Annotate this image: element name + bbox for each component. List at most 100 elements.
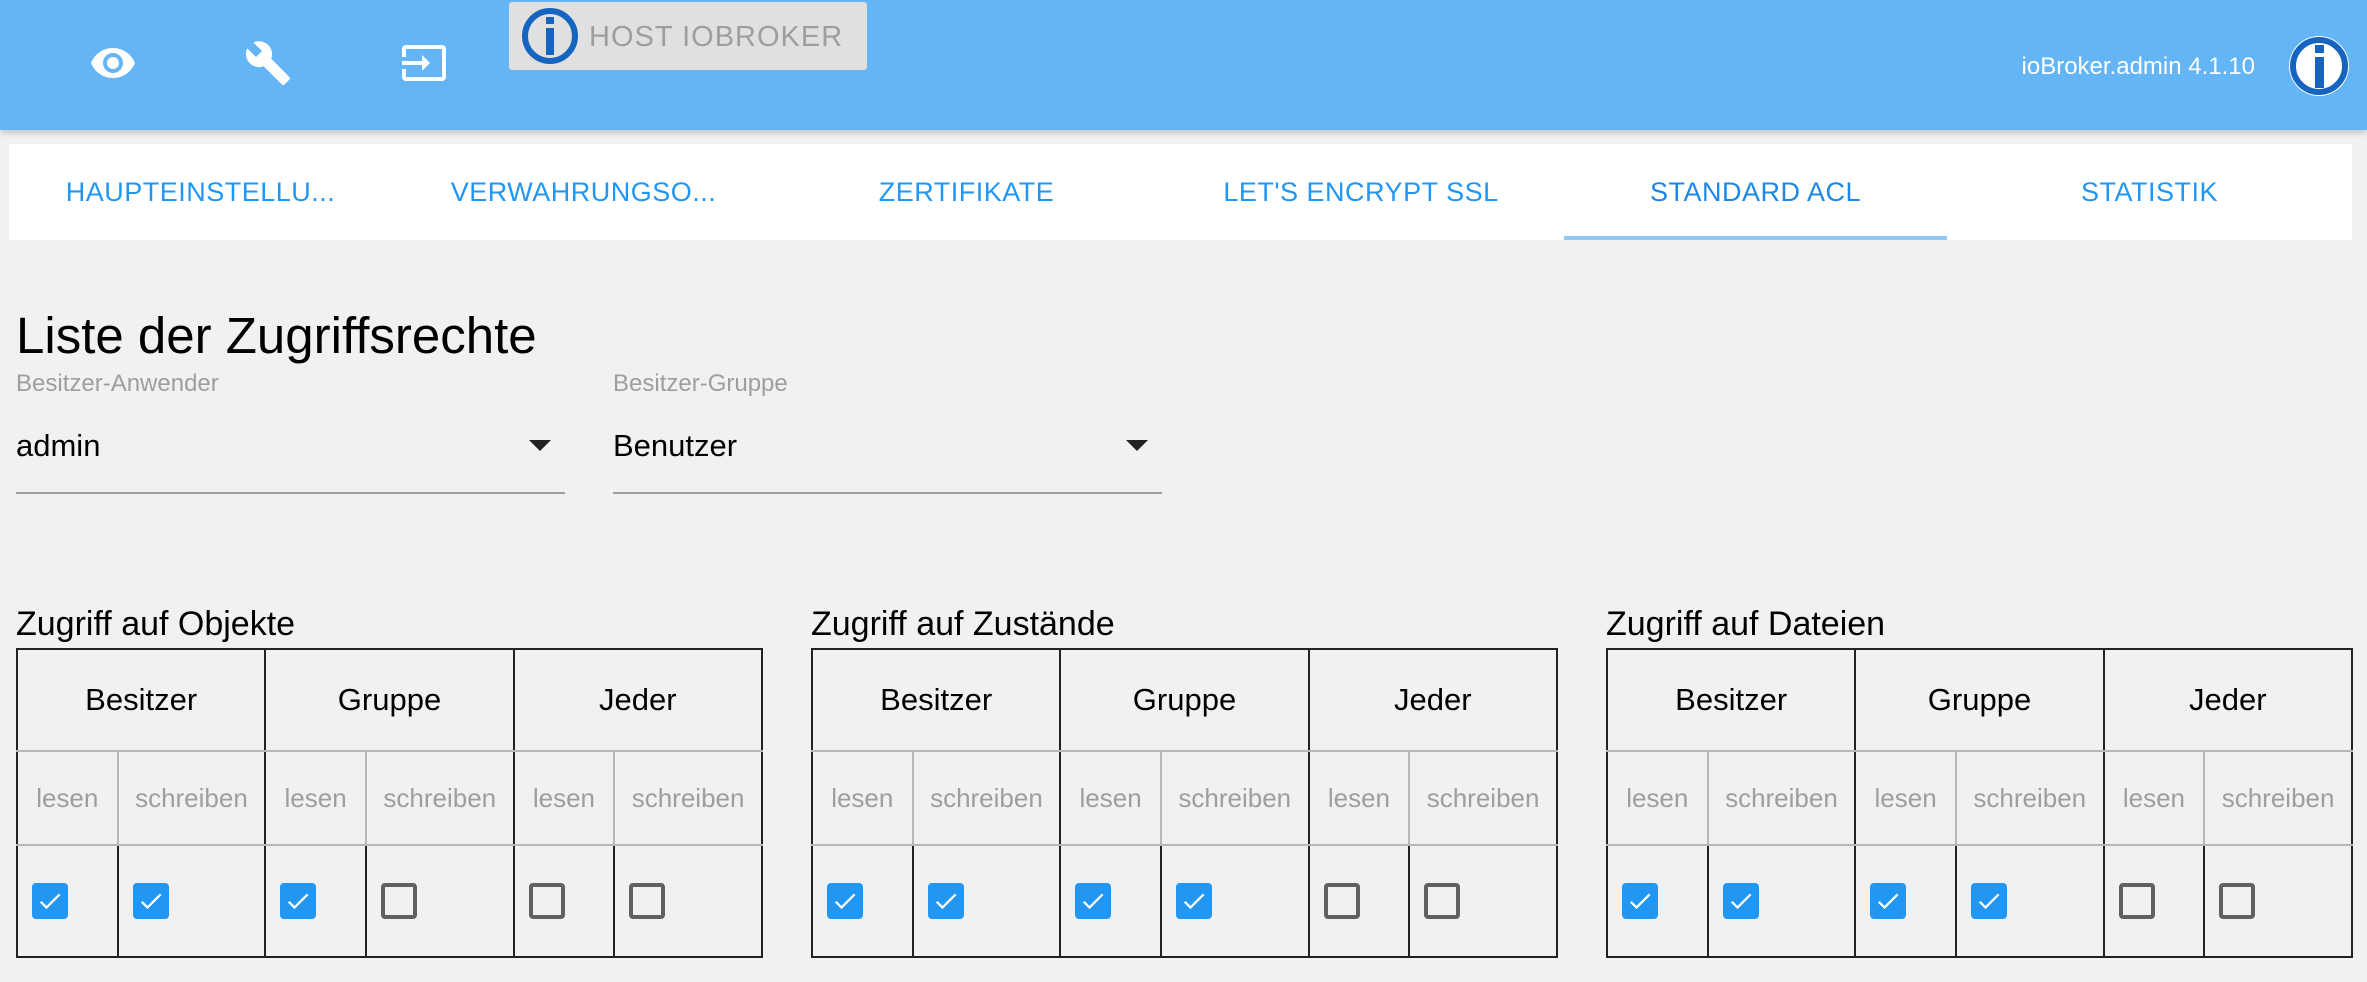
tab-storage[interactable]: VERWAHRUNGSO... [392, 144, 775, 240]
check-icon [140, 893, 162, 910]
checkbox-cell [1954, 845, 2104, 957]
right-label: schreiben [116, 751, 266, 846]
iobroker-logo-icon [2289, 36, 2349, 96]
checkbox-cell [1607, 845, 1708, 957]
dropdown-arrow-icon [1126, 440, 1148, 451]
check-icon [288, 893, 309, 910]
checkbox-cell [364, 845, 514, 957]
checkbox-checked[interactable] [1870, 883, 1907, 919]
right-label: schreiben [613, 751, 762, 846]
wrench-icon[interactable] [241, 36, 295, 90]
owner-group-label: Besitzer-Gruppe [613, 370, 788, 397]
column-header: Gruppe [1059, 649, 1309, 752]
checkbox-checked[interactable] [32, 883, 68, 919]
checkbox-unchecked[interactable] [2219, 883, 2256, 919]
check-icon [1978, 893, 2000, 910]
right-label: lesen [812, 751, 913, 846]
right-label: schreiben [1706, 751, 1856, 846]
checkbox-cell [116, 845, 266, 957]
eye-icon[interactable] [86, 36, 140, 90]
check-icon [834, 893, 856, 910]
right-label: schreiben [1408, 751, 1557, 846]
section-title-files: Zugriff auf Dateien [1606, 605, 1886, 643]
iobroker-logo-icon [522, 8, 578, 64]
right-label: schreiben [2203, 751, 2352, 846]
checkbox-unchecked[interactable] [1323, 883, 1360, 919]
right-label: lesen [1854, 751, 1956, 846]
column-header: Gruppe [1854, 649, 2104, 752]
checkbox-cell [1307, 845, 1410, 957]
checkbox-cell [17, 845, 118, 957]
column-header: Besitzer [17, 649, 266, 752]
checkbox-cell [1408, 845, 1557, 957]
checkbox-cell [512, 845, 615, 957]
tab-lets-encrypt[interactable]: LET'S ENCRYPT SSL [1158, 144, 1564, 240]
right-label: schreiben [1954, 751, 2104, 846]
checkbox-unchecked[interactable] [2118, 883, 2155, 919]
host-selector[interactable]: HOST IOBROKER [509, 2, 867, 70]
owner-user-select[interactable]: admin [16, 410, 565, 494]
right-label: schreiben [364, 751, 514, 846]
checkbox-checked[interactable] [927, 883, 964, 919]
checkbox-checked[interactable] [827, 883, 863, 919]
checkbox-unchecked[interactable] [528, 883, 565, 919]
tab-standard-acl[interactable]: STANDARD ACL [1564, 144, 1947, 240]
acl-table-states: Besitzer Gruppe Jeder lesen schreiben lesen sc… [811, 648, 1558, 958]
acl-table-files: Besitzer Gruppe Jeder lesen schreiben lesen sc… [1606, 648, 2353, 958]
section-title-objects: Zugriff auf Objekte [16, 605, 296, 643]
owner-user-label: Besitzer-Anwender [16, 370, 219, 397]
check-icon [1629, 893, 1651, 910]
checkbox-checked[interactable] [1075, 883, 1112, 919]
right-label: schreiben [911, 751, 1061, 846]
tab-certificates[interactable]: ZERTIFIKATE [775, 144, 1158, 240]
column-header: Besitzer [1607, 649, 1856, 752]
right-label: lesen [17, 751, 118, 846]
host-label: HOST IOBROKER [589, 21, 844, 53]
check-icon [39, 893, 61, 910]
tab-statistics[interactable]: STATISTIK [1947, 144, 2352, 240]
check-icon [1083, 893, 1104, 910]
right-label: lesen [1607, 751, 1708, 846]
dropdown-arrow-icon [529, 440, 551, 451]
right-label: lesen [264, 751, 366, 846]
checkbox-checked[interactable] [280, 883, 317, 919]
checkbox-checked[interactable] [1175, 883, 1212, 919]
checkbox-cell [812, 845, 913, 957]
login-icon[interactable] [397, 36, 451, 90]
checkbox-cell [1059, 845, 1161, 957]
checkbox-cell [2203, 845, 2352, 957]
right-label: schreiben [1159, 751, 1309, 846]
checkbox-cell [2102, 845, 2205, 957]
page-title: Liste der Zugriffsrechte [16, 307, 537, 364]
settings-tabs: HAUPTEINSTELLU... VERWAHRUNGSO... ZERTIF… [9, 144, 2352, 240]
check-icon [935, 893, 957, 910]
column-header: Gruppe [264, 649, 514, 752]
checkbox-unchecked[interactable] [380, 883, 417, 919]
checkbox-cell [1159, 845, 1309, 957]
right-label: lesen [1307, 751, 1410, 846]
right-label: lesen [2102, 751, 2205, 846]
column-header: Besitzer [812, 649, 1061, 752]
check-icon [1878, 893, 1899, 910]
tab-main-settings[interactable]: HAUPTEINSTELLU... [9, 144, 392, 240]
check-icon [1730, 893, 1752, 910]
column-header: Jeder [1307, 649, 1557, 752]
checkbox-unchecked[interactable] [629, 883, 666, 919]
checkbox-checked[interactable] [1622, 883, 1658, 919]
checkbox-cell [1854, 845, 1956, 957]
check-icon [1183, 893, 1205, 910]
section-title-states: Zugriff auf Zustände [811, 605, 1115, 643]
column-header: Jeder [2102, 649, 2352, 752]
version-label: ioBroker.admin 4.1.10 [2021, 53, 2255, 80]
owner-group-select[interactable]: Benutzer [613, 410, 1162, 494]
right-label: lesen [512, 751, 615, 846]
checkbox-checked[interactable] [1970, 883, 2007, 919]
checkbox-checked[interactable] [132, 883, 169, 919]
right-label: lesen [1059, 751, 1161, 846]
checkbox-cell [613, 845, 762, 957]
checkbox-checked[interactable] [1722, 883, 1759, 919]
active-tab-indicator [1564, 236, 1947, 240]
checkbox-unchecked[interactable] [1424, 883, 1461, 919]
checkbox-cell [1706, 845, 1856, 957]
top-app-bar: HOST IOBROKER ioBroker.admin 4.1.10 [0, 0, 2367, 130]
